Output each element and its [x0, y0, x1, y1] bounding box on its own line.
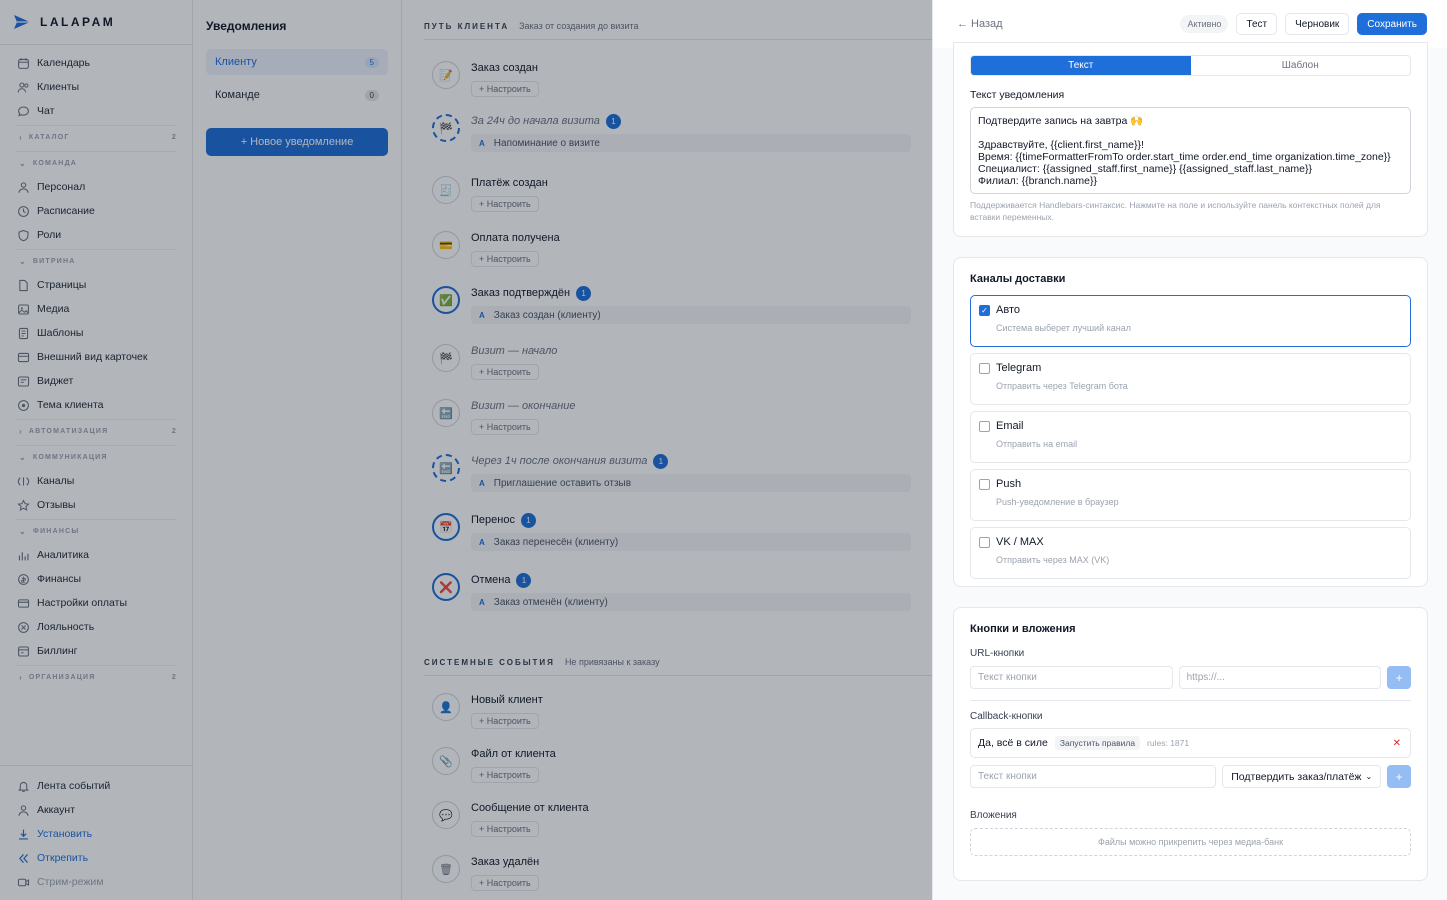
channel-checkbox[interactable]: ✓	[979, 305, 990, 316]
url-button-row: Текст кнопки https://... +	[970, 666, 1411, 689]
url-button-text-input[interactable]: Текст кнопки	[970, 666, 1173, 689]
channel-checkbox[interactable]	[979, 421, 990, 432]
plus-icon: +	[1395, 670, 1403, 685]
channel-name: VK / MAX	[996, 536, 1044, 548]
channel-checkbox[interactable]	[979, 363, 990, 374]
save-button[interactable]: Сохранить	[1357, 13, 1427, 35]
add-url-button[interactable]: +	[1387, 666, 1411, 689]
buttons-card: Кнопки и вложения URL-кнопки Текст кнопк…	[953, 607, 1428, 881]
callback-rules: rules: 1871	[1147, 738, 1190, 748]
channel-description: Отправить на email	[996, 439, 1078, 449]
channel-checkbox[interactable]	[979, 479, 990, 490]
channel-description: Отправить через MAX (VK)	[996, 555, 1110, 565]
draft-button[interactable]: Черновик	[1285, 13, 1350, 35]
callback-add-row: Текст кнопки Подтвердить заказ/платёж ⌄ …	[970, 765, 1411, 788]
text-label: Текст уведомления	[970, 89, 1065, 101]
url-input[interactable]: https://...	[1178, 666, 1382, 689]
url-buttons-label: URL-кнопки	[970, 648, 1025, 659]
channel-description: Push-уведомление в браузер	[996, 497, 1119, 507]
plus-icon: +	[1395, 769, 1403, 784]
channel-option[interactable]: ✓ Авто Система выберет лучший канал	[970, 295, 1411, 347]
channel-option[interactable]: Telegram Отправить через Telegram бота	[970, 353, 1411, 405]
channel-option[interactable]: Push Push-уведомление в браузер	[970, 469, 1411, 521]
buttons-title: Кнопки и вложения	[970, 623, 1076, 635]
channel-name: Push	[996, 478, 1022, 490]
text-hint: Поддерживается Handlebars-синтаксис. Наж…	[970, 200, 1381, 222]
callback-action-select[interactable]: Подтвердить заказ/платёж ⌄	[1222, 765, 1382, 788]
modal-backdrop[interactable]	[0, 0, 932, 900]
channel-name: Email	[996, 420, 1024, 432]
notification-text-input[interactable]: Подтвердите запись на завтра 🙌 Здравству…	[970, 107, 1411, 194]
callback-button-name: Да, всё в силе	[978, 737, 1048, 749]
channel-option[interactable]: Email Отправить на email	[970, 411, 1411, 463]
callback-button-item[interactable]: Да, всё в силе Запустить правила rules: …	[970, 728, 1411, 758]
status-badge: Активно	[1180, 15, 1229, 33]
attachments-dropzone[interactable]: Файлы можно прикрепить через медиа-банк	[970, 828, 1411, 856]
divider	[970, 700, 1411, 701]
text-card: Текст Шаблон Текст уведомления Подтверди…	[953, 42, 1428, 237]
callback-button-text-input[interactable]: Текст кнопки	[970, 765, 1217, 788]
remove-icon[interactable]: ✕	[1393, 738, 1401, 749]
callback-buttons-label: Callback-кнопки	[970, 711, 1043, 722]
channel-list: ✓ Авто Система выберет лучший канал Telegra…	[970, 295, 1411, 579]
notification-editor: ← Назад Активно Тест Черновик Сохранить …	[932, 0, 1447, 900]
test-button[interactable]: Тест	[1236, 13, 1278, 35]
add-callback-button[interactable]: +	[1387, 765, 1411, 788]
tab-text[interactable]: Текст	[971, 56, 1191, 75]
callback-action-value: Подтвердить заказ/платёж	[1231, 770, 1362, 783]
tab-template[interactable]: Шаблон	[1191, 56, 1411, 75]
channel-checkbox[interactable]	[979, 537, 990, 548]
channel-description: Система выберет лучший канал	[996, 323, 1131, 333]
channels-title: Каналы доставки	[970, 273, 1066, 285]
channel-option[interactable]: VK / MAX Отправить через MAX (VK)	[970, 527, 1411, 579]
channels-card: Каналы доставки ✓ Авто Система выберет луч…	[953, 257, 1428, 587]
chevron-down-icon: ⌄	[1365, 772, 1373, 781]
channel-name: Авто	[996, 304, 1020, 316]
attachments-label: Вложения	[970, 810, 1017, 821]
callback-action-tag: Запустить правила	[1054, 736, 1141, 750]
content-mode-tabs: Текст Шаблон	[970, 55, 1411, 76]
channel-description: Отправить через Telegram бота	[996, 381, 1128, 391]
editor-toolbar: ← Назад Активно Тест Черновик Сохранить	[933, 0, 1447, 48]
channel-name: Telegram	[996, 362, 1042, 374]
back-link[interactable]: ← Назад	[957, 18, 1003, 30]
